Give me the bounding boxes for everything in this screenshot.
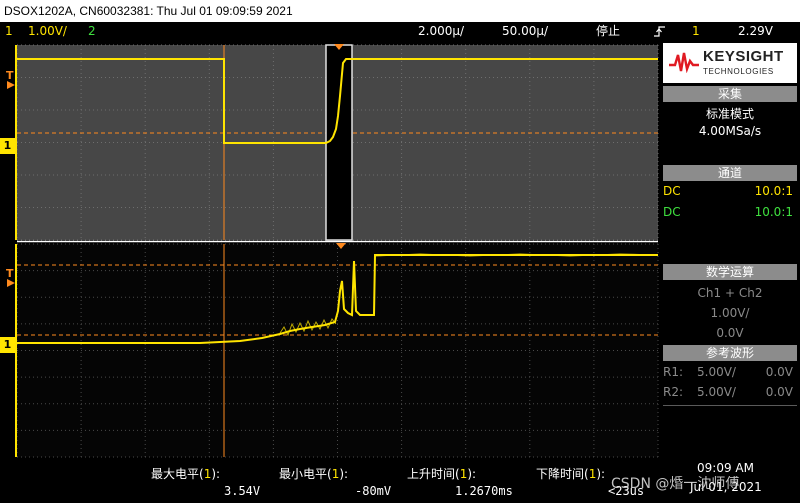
status-bar: 1 1.00V/ 2 2.000µ/ 50.00µ/ 停止 1 2.29V: [0, 22, 800, 41]
waveform-display[interactable]: [0, 41, 659, 461]
ch1-ground-marker-bottom[interactable]: 1: [0, 337, 15, 353]
acquire-header[interactable]: 采集: [663, 86, 797, 102]
ch1-probe: 10.0:1: [754, 184, 793, 198]
trigger-arrow-bottom-icon: [7, 279, 15, 287]
csdn-watermark: CSDN @焝一沈师傅: [611, 476, 740, 492]
ch1-scale[interactable]: 1.00V/: [28, 22, 67, 41]
meas-min-value: -80mV: [355, 484, 392, 498]
ch2-coupling: DC: [663, 205, 681, 219]
r2-label: R2:: [663, 385, 684, 399]
reference-header[interactable]: 参考波形: [663, 345, 797, 361]
title-bar: DSOX1202A, CN60032381: Thu Jul 01 09:09:…: [0, 0, 800, 22]
math-function: Ch1 + Ch2: [697, 286, 763, 300]
trigger-arrow-top-icon: [7, 81, 15, 89]
r1-offset: 0.0V: [765, 365, 793, 379]
r1-label: R1:: [663, 365, 684, 379]
meas-max-value: 3.54V: [224, 484, 261, 498]
r1-scale: 5.00V/: [697, 365, 736, 379]
ch1-ground-marker-top[interactable]: 1: [0, 138, 15, 154]
acquire-mode: 标准模式: [705, 107, 754, 121]
scope-screen[interactable]: T 1 T 1: [0, 41, 659, 461]
keysight-wave-icon: [669, 52, 699, 73]
measurement-bar: 最大电平(1): 3.54V 最小电平(1): -80mV 上升时间(1): 1…: [0, 461, 800, 503]
meas-rise-close: ):: [467, 467, 477, 481]
meas-rise-text: 上升时间(: [407, 467, 460, 481]
ch1-rail-top: [15, 45, 17, 240]
meas-max-close: ):: [211, 467, 221, 481]
zoom-region-box[interactable]: [325, 44, 353, 241]
meas-fall-text: 下降时间(: [536, 467, 589, 481]
r2-scale: 5.00V/: [697, 385, 736, 399]
meas-min-close: ):: [339, 467, 349, 481]
meas-rise-label[interactable]: 上升时间(1):: [407, 465, 476, 482]
meas-max-text: 最大电平(: [151, 467, 204, 481]
brand-subtitle: TECHNOLOGIES: [703, 67, 774, 76]
ch1-number[interactable]: 1: [5, 22, 13, 41]
math-header[interactable]: 数学运算: [663, 264, 797, 280]
side-panel: KEYSIGHT TECHNOLOGIES 采集 标准模式 4.00MSa/s …: [659, 41, 800, 461]
trigger-level[interactable]: 2.29V: [738, 22, 773, 41]
meas-min-text: 最小电平(: [279, 467, 332, 481]
timebase-1[interactable]: 2.000µ/: [418, 22, 464, 41]
meas-fall-close: ):: [596, 467, 606, 481]
run-state[interactable]: 停止: [596, 22, 620, 41]
ch1-rail-bottom: [15, 244, 17, 457]
timebase-2[interactable]: 50.00µ/: [502, 22, 548, 41]
brand-name: KEYSIGHT: [703, 48, 784, 65]
ch1-coupling: DC: [663, 184, 681, 198]
trigger-edge-icon: [654, 26, 665, 37]
meas-min-label[interactable]: 最小电平(1):: [279, 465, 348, 482]
ch2-number[interactable]: 2: [88, 22, 96, 41]
ch2-probe: 10.0:1: [754, 205, 793, 219]
meas-fall-label[interactable]: 下降时间(1):: [536, 465, 605, 482]
meas-rise-value: 1.2670ms: [455, 484, 513, 498]
side-divider: [663, 405, 797, 406]
title-text: DSOX1202A, CN60032381: Thu Jul 01 09:09:…: [4, 4, 293, 18]
meas-max-label[interactable]: 最大电平(1):: [151, 465, 220, 482]
keysight-logo: KEYSIGHT TECHNOLOGIES: [663, 43, 797, 83]
sample-rate: 4.00MSa/s: [698, 124, 762, 138]
math-offset: 0.0V: [716, 326, 744, 340]
r2-offset: 0.0V: [765, 385, 793, 399]
channel-header[interactable]: 通道: [663, 165, 797, 181]
math-scale: 1.00V/: [710, 306, 750, 320]
trigger-channel[interactable]: 1: [692, 22, 700, 41]
